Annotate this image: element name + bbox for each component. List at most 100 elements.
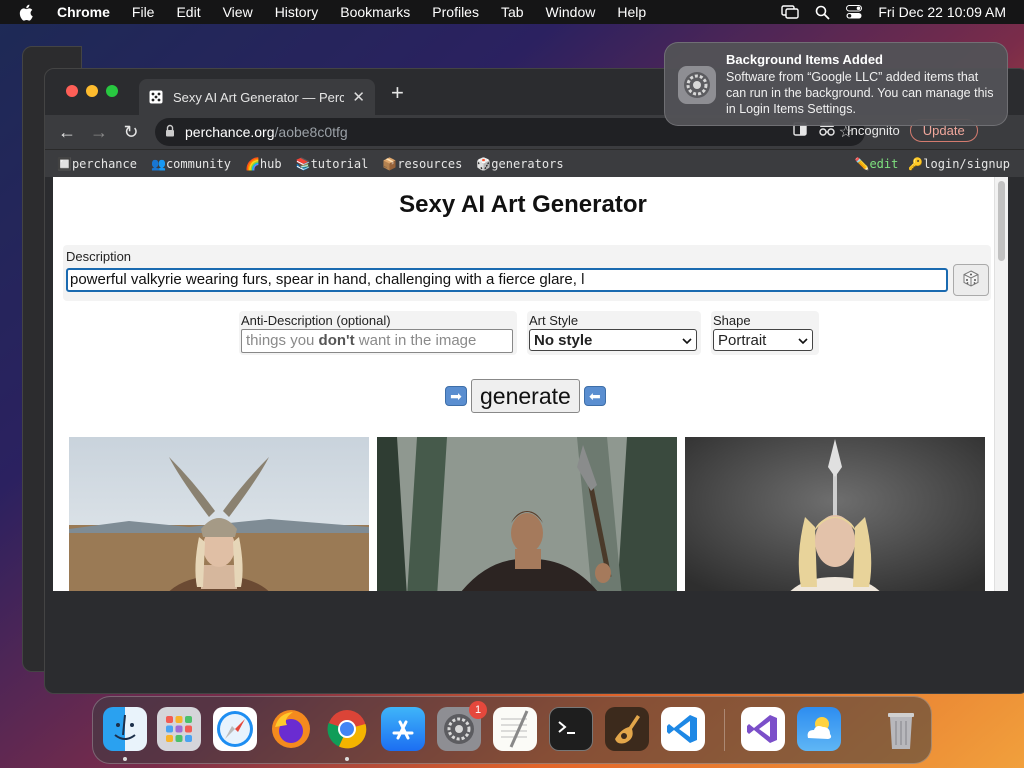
launchpad-icon[interactable] xyxy=(157,707,201,751)
back-arrow-icon[interactable]: ← xyxy=(51,122,83,143)
notification-body: Software from “Google LLC” added items t… xyxy=(726,70,994,116)
anti-description-input[interactable]: things you don't want in the image xyxy=(241,329,513,353)
menu-bar: Chrome File Edit View History Bookmarks … xyxy=(0,0,1024,24)
generated-image-1[interactable] xyxy=(69,437,369,591)
close-window-button[interactable] xyxy=(66,85,78,97)
menubar-clock[interactable]: Fri Dec 22 10:09 AM xyxy=(878,4,1006,20)
new-tab-icon[interactable]: + xyxy=(391,82,404,104)
placeholder-text: want in the image xyxy=(354,332,477,349)
bookmark-label: tutorial xyxy=(310,156,369,171)
running-indicator xyxy=(123,757,127,761)
tab-active[interactable]: Sexy AI Art Generator — Perchance ✕ xyxy=(139,79,375,115)
textedit-icon[interactable] xyxy=(493,707,537,751)
edit-link[interactable]: ✏️edit xyxy=(854,157,898,171)
dice-icon: 🎲 xyxy=(476,156,492,171)
bookmark-tutorial[interactable]: 📚tutorial xyxy=(296,157,369,171)
weather-icon[interactable] xyxy=(797,707,841,751)
menu-tab[interactable]: Tab xyxy=(490,4,535,20)
shape-select[interactable]: Portrait xyxy=(713,329,813,351)
page-scrollbar[interactable] xyxy=(994,177,1008,591)
menu-app-name[interactable]: Chrome xyxy=(46,4,121,20)
tab-close-icon[interactable]: ✕ xyxy=(352,88,365,106)
terminal-icon[interactable] xyxy=(549,707,593,751)
menu-profiles[interactable]: Profiles xyxy=(421,4,490,20)
page-title: Sexy AI Art Generator xyxy=(399,191,647,218)
package-icon: 📦 xyxy=(382,156,398,171)
dock: 1 xyxy=(92,696,932,764)
art-style-select[interactable]: No style xyxy=(529,329,697,351)
app-store-icon[interactable] xyxy=(381,707,425,751)
bookmark-hub[interactable]: 🌈hub xyxy=(245,157,282,171)
right-arrow-icon: ➡ xyxy=(445,386,467,406)
control-center-icon[interactable] xyxy=(846,5,863,19)
url-path: /aobe8c0tfg xyxy=(274,124,348,140)
minimize-window-button[interactable] xyxy=(86,85,98,97)
placeholder-text: things you xyxy=(246,332,319,349)
perchance-icon: 🔲 xyxy=(57,156,72,171)
forward-arrow-icon[interactable]: → xyxy=(83,122,115,143)
garageband-icon[interactable] xyxy=(605,707,649,751)
menu-help[interactable]: Help xyxy=(606,4,657,20)
firefox-icon[interactable] xyxy=(269,707,313,751)
vscode-icon[interactable] xyxy=(661,707,705,751)
finder-icon[interactable] xyxy=(103,707,147,751)
login-label: login/signup xyxy=(923,156,1010,171)
bookmark-generators[interactable]: 🎲generators xyxy=(476,157,563,171)
description-panel: Description powerful valkyrie wearing fu… xyxy=(63,245,991,301)
notification-badge: 1 xyxy=(469,701,487,719)
placeholder-bold: don't xyxy=(318,332,355,349)
bookmark-perchance[interactable]: 🔲perchance xyxy=(57,157,137,171)
books-icon: 📚 xyxy=(295,156,311,171)
visual-studio-icon[interactable] xyxy=(741,707,785,751)
menu-view[interactable]: View xyxy=(212,4,264,20)
edit-label: edit xyxy=(869,156,899,171)
notification-banner[interactable]: Background Items Added Software from “Go… xyxy=(664,42,1008,126)
chrome-icon[interactable] xyxy=(325,707,369,751)
generated-image-2[interactable] xyxy=(377,437,677,591)
randomize-dice-button[interactable] xyxy=(953,264,989,296)
bookmark-label: generators xyxy=(491,156,564,171)
description-label: Description xyxy=(66,249,132,264)
search-icon[interactable] xyxy=(815,5,831,20)
trash-icon[interactable] xyxy=(879,707,923,751)
bookmark-community[interactable]: 👥community xyxy=(151,157,231,171)
login-link[interactable]: 🔑login/signup xyxy=(908,157,1010,171)
shape-label: Shape xyxy=(713,313,751,328)
bookmark-label: resources xyxy=(397,156,463,171)
pencil-icon: ✏️ xyxy=(854,156,870,171)
description-input[interactable]: powerful valkyrie wearing furs, spear in… xyxy=(66,268,948,292)
bookmarks-bar: 🔲perchance 👥community 🌈hub 📚tutorial 📦re… xyxy=(45,149,1024,177)
rainbow-icon: 🌈 xyxy=(244,156,260,171)
web-page: Sexy AI Art Generator Description powerf… xyxy=(53,177,1008,591)
system-settings-icon xyxy=(677,65,717,105)
bookmark-resources[interactable]: 📦resources xyxy=(382,157,462,171)
menu-history[interactable]: History xyxy=(264,4,330,20)
screen-mirroring-icon[interactable] xyxy=(781,5,800,19)
generated-image-3[interactable] xyxy=(685,437,985,591)
shape-panel: Shape Portrait xyxy=(711,311,819,355)
art-style-label: Art Style xyxy=(529,313,579,328)
url-host: perchance.org xyxy=(185,124,275,140)
notification-title: Background Items Added xyxy=(726,52,883,67)
shape-value: Portrait xyxy=(718,331,767,349)
lock-icon[interactable] xyxy=(165,124,175,140)
safari-icon[interactable] xyxy=(213,707,257,751)
menu-edit[interactable]: Edit xyxy=(165,4,211,20)
zoom-window-button[interactable] xyxy=(106,85,118,97)
generate-button[interactable]: generate xyxy=(471,379,580,413)
tab-title: Sexy AI Art Generator — Perchance xyxy=(173,89,345,105)
left-arrow-icon: ⬅ xyxy=(583,386,606,406)
dock-separator xyxy=(724,709,725,751)
bookmark-label: community xyxy=(165,156,231,171)
bookmark-label: perchance xyxy=(71,156,137,171)
running-indicator xyxy=(345,757,349,761)
menu-window[interactable]: Window xyxy=(535,4,607,20)
community-icon: 👥 xyxy=(150,156,166,171)
menu-file[interactable]: File xyxy=(121,4,166,20)
chrome-window: Sexy AI Art Generator — Perchance ✕ + ← … xyxy=(44,68,1024,694)
scrollbar-thumb[interactable] xyxy=(998,181,1005,261)
menu-bookmarks[interactable]: Bookmarks xyxy=(329,4,421,20)
reload-icon[interactable]: ↻ xyxy=(115,122,147,143)
generate-row: ➡ generate ⬅ xyxy=(445,379,606,413)
apple-icon[interactable] xyxy=(16,2,36,22)
